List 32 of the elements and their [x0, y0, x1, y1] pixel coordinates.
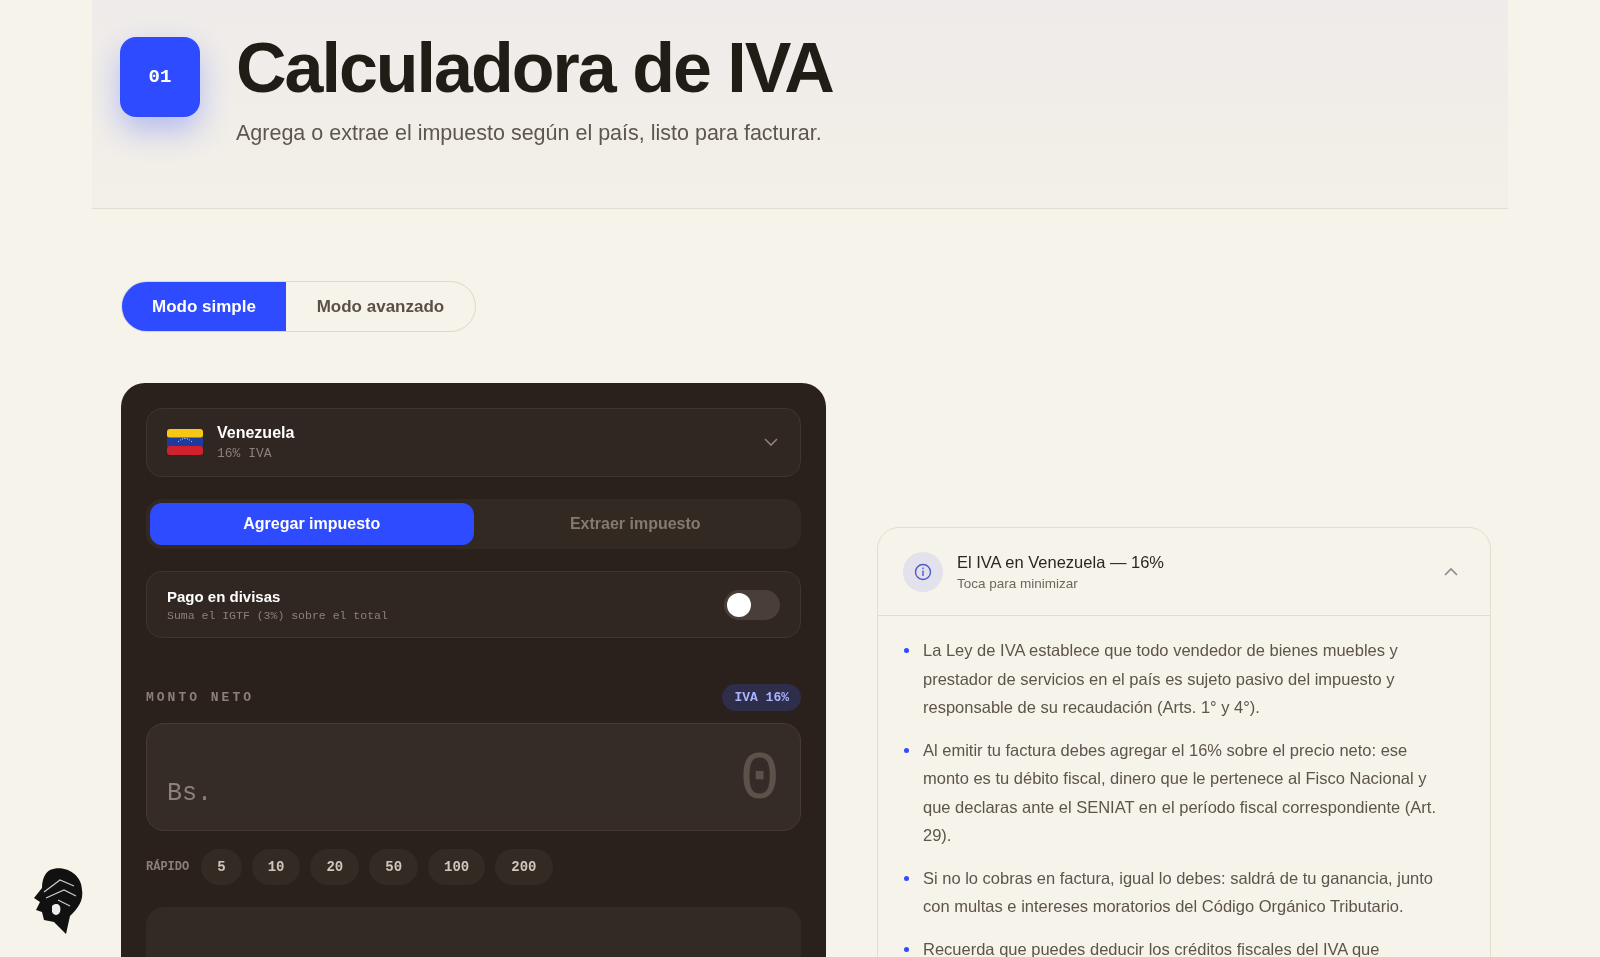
toggle-title: Pago en divisas — [167, 587, 282, 605]
country-name: Venezuela — [217, 423, 296, 442]
mode-tab[interactable]: Modo avanzado — [285, 282, 475, 331]
quick-amount-chip[interactable]: 10 — [251, 848, 301, 885]
rate-badge: IVA 16% — [722, 684, 801, 712]
chevron-icon[interactable] — [1444, 567, 1458, 576]
info-hint: Toca para minimizar — [957, 575, 1079, 591]
info-bullet-text: La Ley de IVA establece que todo vendedor de bienes muebles y prestador de servicios en el país es sujeto pasivo del impuesto y responsable de su recaudación (Arts. 1° y 4°). — [923, 641, 1398, 716]
info-icon — [903, 551, 943, 592]
quick-amount-chip[interactable]: 200 — [495, 848, 553, 885]
country-select[interactable]: Venezuela 16% IVA — [146, 408, 801, 477]
currency-label: Bs. — [167, 778, 212, 808]
info-title: El IVA en Venezuela — 16% — [957, 552, 1165, 572]
info-bullet-text: Al emitir tu factura debes agregar el 16% sobre el precio neto: ese monto es tu débito fiscal, dinero que le pertenece al Fisco Nacional y que declaras ante el SENIAT en el período fiscal correspondiente (Art. 29). — [923, 740, 1436, 844]
page-title: Calculadora de IVA — [236, 30, 833, 107]
chevron-icon[interactable] — [764, 437, 778, 447]
flag-icon — [167, 429, 203, 456]
quick-amount-chip[interactable]: 20 — [310, 848, 360, 885]
section-number-badge: 01 — [120, 37, 200, 117]
quick-amount-chip[interactable]: 50 — [369, 848, 419, 885]
quick-amount-chip[interactable]: 100 — [428, 848, 486, 885]
toggle-description: Suma el IGTF (3%) sobre el total — [167, 608, 389, 622]
info-bullet-text: Recuerda que puedes deducir los créditos fiscales del IVA que — [923, 939, 1380, 957]
info-bullet-text: Si no lo cobras en factura, igual lo debes: saldrá de tu ganancia, junto con multas e intereses moratorios del Código Orgánico Tributario. — [923, 868, 1433, 915]
toggle-switch[interactable] — [724, 589, 780, 620]
mode-tab[interactable]: Modo simple — [122, 282, 286, 331]
operation-tab[interactable]: Agregar impuesto — [150, 502, 474, 546]
quick-label: RÁPIDO — [146, 859, 190, 874]
quick-amount-chip[interactable]: 5 — [201, 848, 242, 885]
page-subtitle: Agrega o extrae el impuesto según el país, listo para facturar. — [236, 121, 823, 146]
amount-label: MONTO NETO — [146, 690, 254, 706]
country-rate: 16% IVA — [217, 445, 273, 461]
